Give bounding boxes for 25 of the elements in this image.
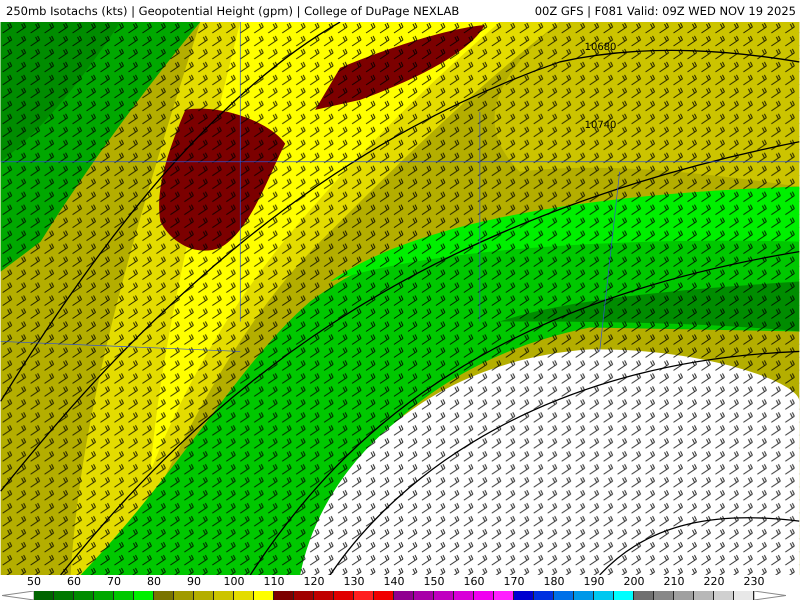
legend-label: 50 (26, 575, 42, 590)
left-triangle-icon (2, 590, 34, 600)
legend-label: 140 (382, 575, 406, 590)
right-triangle-icon (754, 590, 786, 600)
legend-label: 200 (622, 575, 646, 590)
legend-label: 170 (502, 575, 526, 590)
legend-label: 190 (582, 575, 606, 590)
legend-label: 180 (542, 575, 566, 590)
legend-label: 160 (462, 575, 486, 590)
contour-label: 10680 (584, 42, 616, 53)
legend-label: 70 (106, 575, 122, 590)
legend-label: 120 (302, 575, 326, 590)
legend-label: 110 (262, 575, 286, 590)
legend-label: 130 (342, 575, 366, 590)
legend-label: 90 (186, 575, 202, 590)
legend-label: 150 (422, 575, 446, 590)
legend-label: 220 (702, 575, 726, 590)
run-info: 00Z GFS | F081 Valid: 09Z WED NOV 19 2025 (534, 4, 796, 18)
contour-label: 10740 (584, 120, 616, 131)
legend-label: 100 (222, 575, 246, 590)
legend-label: 60 (66, 575, 82, 590)
map-title: 250mb Isotachs (kts) | Geopotential Height (gpm) | College of DuPage NEXLAB (6, 4, 460, 18)
legend-label: 230 (742, 575, 766, 590)
legend-label: 80 (146, 575, 162, 590)
legend-label: 210 (662, 575, 686, 590)
